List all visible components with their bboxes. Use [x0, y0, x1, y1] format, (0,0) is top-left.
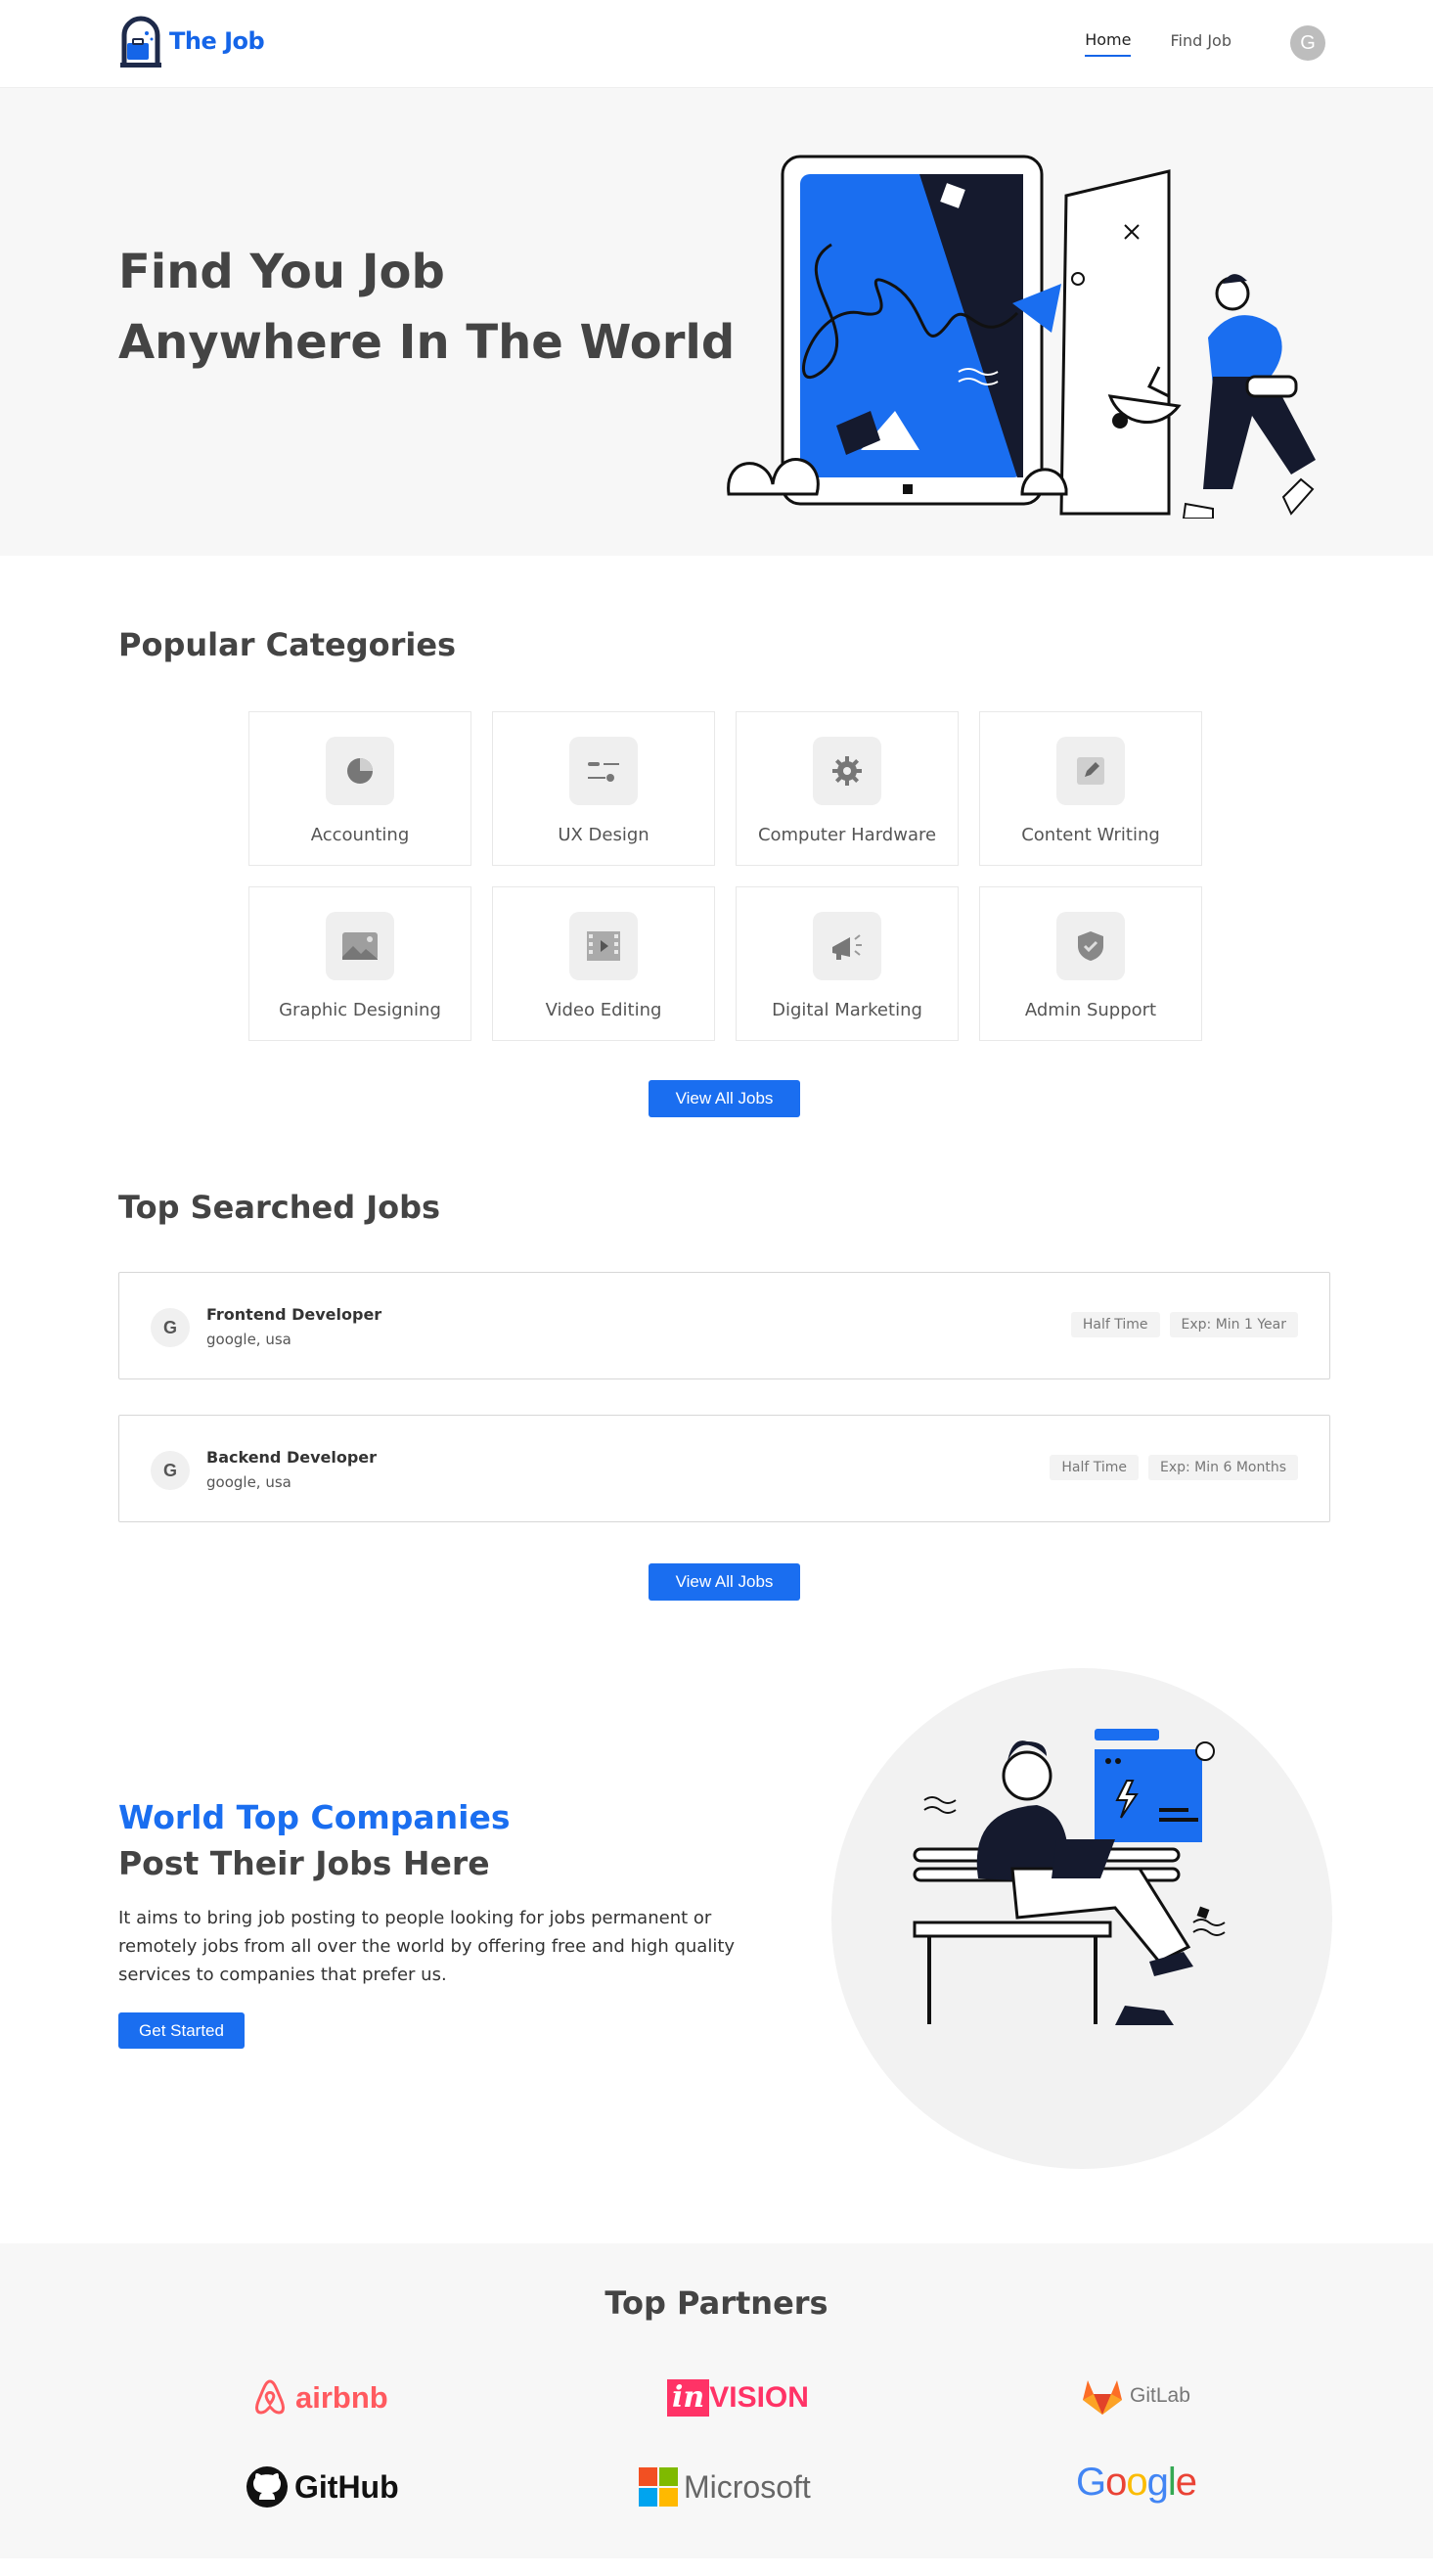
jobs-title: Top Searched Jobs [118, 1189, 441, 1226]
top-navbar: The Job Home Find Job G [0, 0, 1433, 88]
job-location: google, usa [206, 1473, 291, 1491]
get-started-button[interactable]: Get Started [118, 2012, 245, 2049]
partners-section: Top Partners airbnb in vision GitLab Git… [0, 2243, 1433, 2558]
logo-text: The Job [169, 27, 265, 55]
github-wordmark: GitHub [294, 2468, 399, 2505]
github-logo[interactable]: GitHub [246, 2465, 399, 2508]
category-card-content-writing[interactable]: Content Writing [979, 711, 1202, 866]
category-card-graphic-designing[interactable]: Graphic Designing [248, 886, 471, 1041]
job-card[interactable]: G Backend Developer google, usa Half Tim… [118, 1415, 1330, 1522]
category-card-ux-design[interactable]: UX Design [492, 711, 715, 866]
hero-title-line2: Anywhere In The World [118, 315, 736, 370]
category-card-computer-hardware[interactable]: Computer Hardware [736, 711, 959, 866]
logo[interactable]: The Job [118, 14, 265, 68]
company-logo: G [151, 1308, 190, 1347]
category-label: Admin Support [1024, 1000, 1157, 1020]
companies-description: It aims to bring job posting to people l… [118, 1908, 736, 1985]
category-card-accounting[interactable]: Accounting [248, 711, 471, 866]
category-label: UX Design [558, 825, 649, 845]
airbnb-icon [255, 2379, 285, 2415]
airbnb-logo[interactable]: airbnb [250, 2377, 388, 2418]
job-title[interactable]: Backend Developer [206, 1448, 377, 1467]
companies-subheading: Post Their Jobs Here [118, 1844, 490, 1882]
gitlab-logo[interactable]: GitLab [1081, 2376, 1190, 2416]
view-all-jobs-button-jobs[interactable]: View All Jobs [649, 1563, 800, 1601]
category-label: Content Writing [1021, 825, 1160, 845]
category-card-admin-support[interactable]: Admin Support [979, 886, 1202, 1041]
invision-wordmark: vision [709, 2381, 809, 2414]
category-label: Graphic Designing [279, 1000, 441, 1020]
airbnb-wordmark: airbnb [295, 2380, 388, 2415]
pencil-icon [1056, 737, 1125, 805]
hero-title-line1: Find You Job [118, 245, 445, 299]
category-label: Video Editing [545, 1000, 662, 1020]
company-logo: G [151, 1451, 190, 1490]
gitlab-icon [1083, 2380, 1122, 2415]
category-label: Accounting [310, 825, 410, 845]
pie-chart-icon [326, 737, 394, 805]
job-location: google, usa [206, 1331, 291, 1348]
job-title[interactable]: Frontend Developer [206, 1305, 381, 1324]
categories-title: Popular Categories [118, 626, 457, 663]
sliders-icon [569, 737, 638, 805]
megaphone-icon [813, 912, 881, 980]
github-icon [246, 2466, 288, 2508]
user-avatar[interactable]: G [1290, 25, 1325, 61]
shield-check-icon [1056, 912, 1125, 980]
hero-illustration [727, 155, 1316, 519]
google-wordmark: Google [1076, 2461, 1197, 2504]
nav-link-home[interactable]: Home [1085, 30, 1132, 57]
job-experience-tag: Exp: Min 1 Year [1169, 1312, 1298, 1337]
partners-title: Top Partners [605, 2284, 828, 2322]
category-card-video-editing[interactable]: Video Editing [492, 886, 715, 1041]
microsoft-icon [639, 2467, 678, 2507]
gear-icon [813, 737, 881, 805]
companies-illustration [913, 1729, 1226, 2025]
category-label: Digital Marketing [772, 1000, 922, 1020]
nav-link-find-job[interactable]: Find Job [1170, 31, 1231, 56]
invision-icon: in [667, 2379, 710, 2417]
job-experience-tag: Exp: Min 6 Months [1147, 1455, 1298, 1480]
view-all-jobs-button-categories[interactable]: View All Jobs [649, 1080, 800, 1117]
hero-title: Find You Job Anywhere In The World [118, 237, 735, 378]
microsoft-logo[interactable]: Microsoft [639, 2467, 811, 2507]
google-logo[interactable]: Google [1076, 2461, 1197, 2505]
invision-logo[interactable]: in vision [667, 2379, 809, 2417]
category-label: Computer Hardware [757, 825, 937, 845]
image-icon [326, 912, 394, 980]
companies-heading: World Top Companies [118, 1798, 511, 1836]
gitlab-wordmark: GitLab [1130, 2384, 1190, 2407]
job-type-tag: Half Time [1050, 1455, 1139, 1480]
hero-section: Find You Job Anywhere In The World [0, 88, 1433, 556]
film-icon [569, 912, 638, 980]
microsoft-wordmark: Microsoft [684, 2468, 811, 2505]
logo-icon [120, 16, 161, 68]
job-type-tag: Half Time [1070, 1312, 1160, 1337]
categories-grid: Accounting UX Design Computer Hardware C… [248, 711, 1202, 1041]
category-card-digital-marketing[interactable]: Digital Marketing [736, 886, 959, 1041]
job-card[interactable]: G Frontend Developer google, usa Half Ti… [118, 1272, 1330, 1379]
